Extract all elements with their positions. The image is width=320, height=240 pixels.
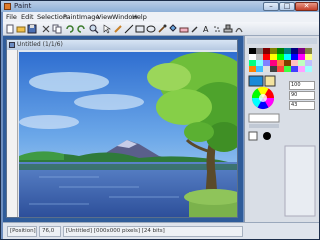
redo-icon[interactable] (76, 24, 86, 34)
window-title: Paint (14, 2, 32, 10)
landscape-painting[interactable] (19, 52, 237, 217)
ruler-left (7, 50, 18, 217)
color-wheel (252, 87, 274, 109)
color-hex-values: 100 90 43 (289, 81, 315, 110)
ellipse-tool-icon[interactable] (146, 24, 156, 34)
eyedropper-icon[interactable] (190, 24, 200, 34)
app-window: Paint – □ ✕ File Edit Selection Paint Im… (0, 0, 320, 240)
new-file-icon[interactable] (5, 24, 15, 34)
color-palette-panel: 100 90 43 (244, 36, 319, 222)
clone-stamp-icon[interactable] (223, 24, 233, 34)
zoom-icon[interactable] (89, 24, 99, 34)
document-icon (9, 42, 15, 48)
app-icon (4, 3, 11, 10)
eraser-icon[interactable] (179, 24, 189, 34)
status-tool: [Position] (7, 226, 37, 237)
document-title: Untitled (1/1/6) (17, 41, 63, 48)
cut-icon[interactable] (41, 24, 51, 34)
maximize-button[interactable]: □ (279, 2, 295, 11)
rectangle-tool-icon[interactable] (135, 24, 145, 34)
status-bar: [Position] 76,0 [Untitled] [000x000 pixe… (3, 222, 319, 239)
brush-icon[interactable] (157, 24, 167, 34)
minimize-button[interactable]: – (263, 2, 279, 11)
svg-text:A: A (203, 25, 209, 34)
document-window: Untitled (1/1/6) (6, 39, 238, 218)
status-coords: 76,0 (39, 226, 61, 237)
save-icon[interactable] (27, 24, 37, 34)
text-tool-icon[interactable]: A (201, 24, 211, 34)
color-swatch-grid[interactable] (245, 36, 320, 222)
swatch-grid (249, 48, 312, 72)
fill-bucket-icon[interactable] (168, 24, 178, 34)
close-button[interactable]: ✕ (295, 2, 318, 11)
open-folder-icon[interactable] (16, 24, 26, 34)
spray-icon[interactable] (212, 24, 222, 34)
menu-file[interactable]: File (6, 13, 17, 21)
pencil-icon[interactable] (113, 24, 123, 34)
copy-icon[interactable] (52, 24, 62, 34)
status-info: [Untitled] [000x000 pixels] [24 bits] (63, 226, 243, 237)
document-title-bar[interactable]: Untitled (1/1/6) (7, 40, 237, 50)
hue-field[interactable]: 100 (289, 81, 315, 90)
menu-paint[interactable]: Paint (63, 13, 79, 21)
line-tool-icon[interactable] (124, 24, 134, 34)
select-arrow-icon[interactable] (102, 24, 112, 34)
title-bar[interactable]: Paint – □ ✕ (1, 1, 319, 12)
toolbar: A (3, 22, 319, 36)
workspace: Untitled (1/1/6) (3, 36, 243, 222)
menu-view[interactable]: View (97, 13, 112, 21)
value-field[interactable]: 43 (289, 101, 315, 110)
menu-edit[interactable]: Edit (21, 13, 34, 21)
saturation-field[interactable]: 90 (289, 91, 315, 100)
smudge-icon[interactable] (234, 24, 244, 34)
undo-icon[interactable] (65, 24, 75, 34)
menu-help[interactable]: Help (132, 13, 147, 21)
menu-bar: File Edit Selection Paint Image View Win… (3, 12, 319, 22)
